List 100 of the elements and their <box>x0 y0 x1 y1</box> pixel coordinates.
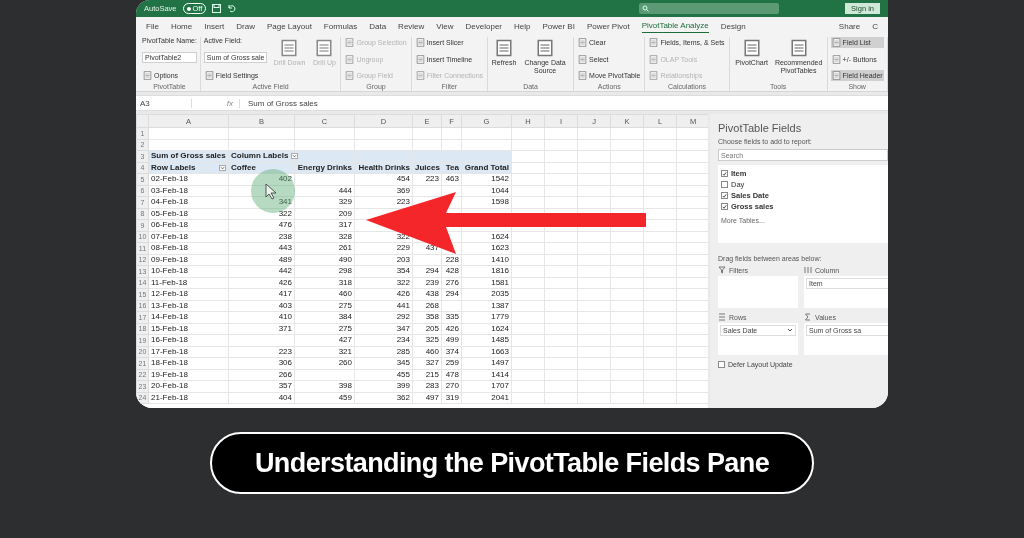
sheet-icon <box>345 38 355 47</box>
table-cell: 345 <box>396 358 410 368</box>
ribbon-tab[interactable]: Draw <box>236 19 255 33</box>
table-cell: 215 <box>425 369 439 379</box>
table-cell: 229 <box>396 243 410 253</box>
checkbox[interactable] <box>721 192 728 199</box>
table-cell: 319 <box>445 392 459 402</box>
checkbox[interactable] <box>721 203 728 210</box>
table-cell: 410 <box>278 312 292 322</box>
table-cell: 1623 <box>491 243 509 253</box>
table-cell: 322 <box>278 208 292 218</box>
table-cell: 02-Feb-18 <box>151 174 188 184</box>
ribbon-tab[interactable]: Help <box>514 19 531 33</box>
table-cell: 347 <box>396 323 410 333</box>
sheet-icon <box>831 54 841 64</box>
table-cell: 328 <box>338 231 352 241</box>
sheet-icon <box>578 54 588 64</box>
sheet-icon <box>280 39 299 57</box>
table-cell: 426 <box>396 289 410 299</box>
table-cell: 06-Feb-18 <box>151 220 188 230</box>
table-cell: 20-Feb-18 <box>151 381 188 391</box>
table-cell: 398 <box>338 381 352 391</box>
table-cell: 292 <box>396 312 410 322</box>
sheet-icon <box>345 54 355 64</box>
table-cell: 489 <box>278 254 292 264</box>
table-cell: 11-Feb-18 <box>151 277 188 287</box>
table-cell: Tea <box>445 162 459 172</box>
table-cell: 325 <box>425 335 439 345</box>
table-cell: 1816 <box>491 266 509 276</box>
table-cell: 322 <box>396 277 410 287</box>
ribbon-tab[interactable]: Page Layout <box>266 19 312 33</box>
sheet-icon <box>578 38 588 47</box>
table-cell: 384 <box>338 312 352 322</box>
checkbox[interactable] <box>721 181 728 188</box>
name-box[interactable]: A3 <box>136 98 192 108</box>
ribbon-action[interactable]: C <box>872 21 878 31</box>
table-cell: 2041 <box>491 392 509 402</box>
table-cell: 403 <box>278 300 292 310</box>
ribbon-tab[interactable]: Formulas <box>323 19 358 33</box>
table-cell: 259 <box>445 358 459 368</box>
table-cell: 317 <box>338 220 352 230</box>
sheet-icon <box>415 54 425 64</box>
table-cell: Coffee <box>231 162 256 172</box>
table-cell: 444 <box>338 185 352 195</box>
ribbon-tab[interactable]: Power BI <box>542 19 575 33</box>
ribbon-tab[interactable]: Data <box>369 19 387 33</box>
checkbox[interactable] <box>718 361 725 368</box>
sheet-icon <box>415 71 425 80</box>
function-label[interactable]: fx <box>200 98 240 108</box>
table-cell: 239 <box>425 277 439 287</box>
table-cell: 276 <box>445 277 459 287</box>
table-cell: Health Drinks <box>358 162 410 172</box>
table-cell: 329 <box>338 197 352 207</box>
table-cell: 1624 <box>491 323 509 333</box>
table-cell: 234 <box>396 335 410 345</box>
search-field[interactable] <box>639 3 780 14</box>
table-cell: 05-Feb-18 <box>151 208 188 218</box>
table-cell: 335 <box>445 312 459 322</box>
table-cell: 223 <box>278 346 292 356</box>
table-cell: 341 <box>278 197 292 207</box>
table-cell: 463 <box>445 174 459 184</box>
sheet-icon <box>649 54 659 64</box>
ribbon-action[interactable]: Share <box>838 21 861 31</box>
table-cell: 223 <box>396 197 410 207</box>
dropdown-icon[interactable] <box>787 327 793 333</box>
table-cell: 223 <box>425 174 439 184</box>
table-cell: 1485 <box>491 335 509 345</box>
ribbon-tab[interactable]: PivotTable Analyze <box>641 19 709 33</box>
table-cell: 18-Feb-18 <box>151 358 188 368</box>
table-cell: 14-Feb-18 <box>151 312 188 322</box>
table-cell: 261 <box>338 243 352 253</box>
table-cell: 298 <box>338 266 352 276</box>
table-cell: 17-Feb-18 <box>151 346 188 356</box>
ribbon-tab[interactable]: Insert <box>204 19 225 33</box>
table-cell: 04-Feb-18 <box>151 197 188 207</box>
sheet-icon <box>742 39 761 57</box>
ribbon-tab[interactable]: Developer <box>465 19 502 33</box>
table-cell: 294 <box>445 289 459 299</box>
table-cell: 499 <box>445 335 459 345</box>
rows-icon <box>718 313 726 321</box>
formula-text[interactable]: Sum of Gross sales <box>248 98 318 108</box>
table-cell: 1663 <box>491 346 509 356</box>
ribbon-tab[interactable]: Power Pivot <box>586 19 630 33</box>
table-cell: Row Labels <box>151 163 196 172</box>
ribbon-tab[interactable]: View <box>436 19 454 33</box>
sheet-icon <box>649 71 659 80</box>
ribbon-tab[interactable]: File <box>146 19 159 33</box>
table-cell: 228 <box>445 254 459 264</box>
save-icon[interactable] <box>212 4 222 13</box>
sheet-icon <box>536 39 555 57</box>
ribbon-tab[interactable]: Home <box>170 19 193 33</box>
undo-icon[interactable] <box>227 4 237 13</box>
ribbon-tab[interactable]: Design <box>720 19 746 33</box>
table-cell: 306 <box>278 358 292 368</box>
table-cell: 203 <box>396 254 410 264</box>
sheet-icon <box>415 38 425 47</box>
table-cell: 1624 <box>491 231 509 241</box>
checkbox[interactable] <box>721 170 728 177</box>
table-cell: 21-Feb-18 <box>151 392 188 402</box>
ribbon-tab[interactable]: Review <box>398 19 425 33</box>
